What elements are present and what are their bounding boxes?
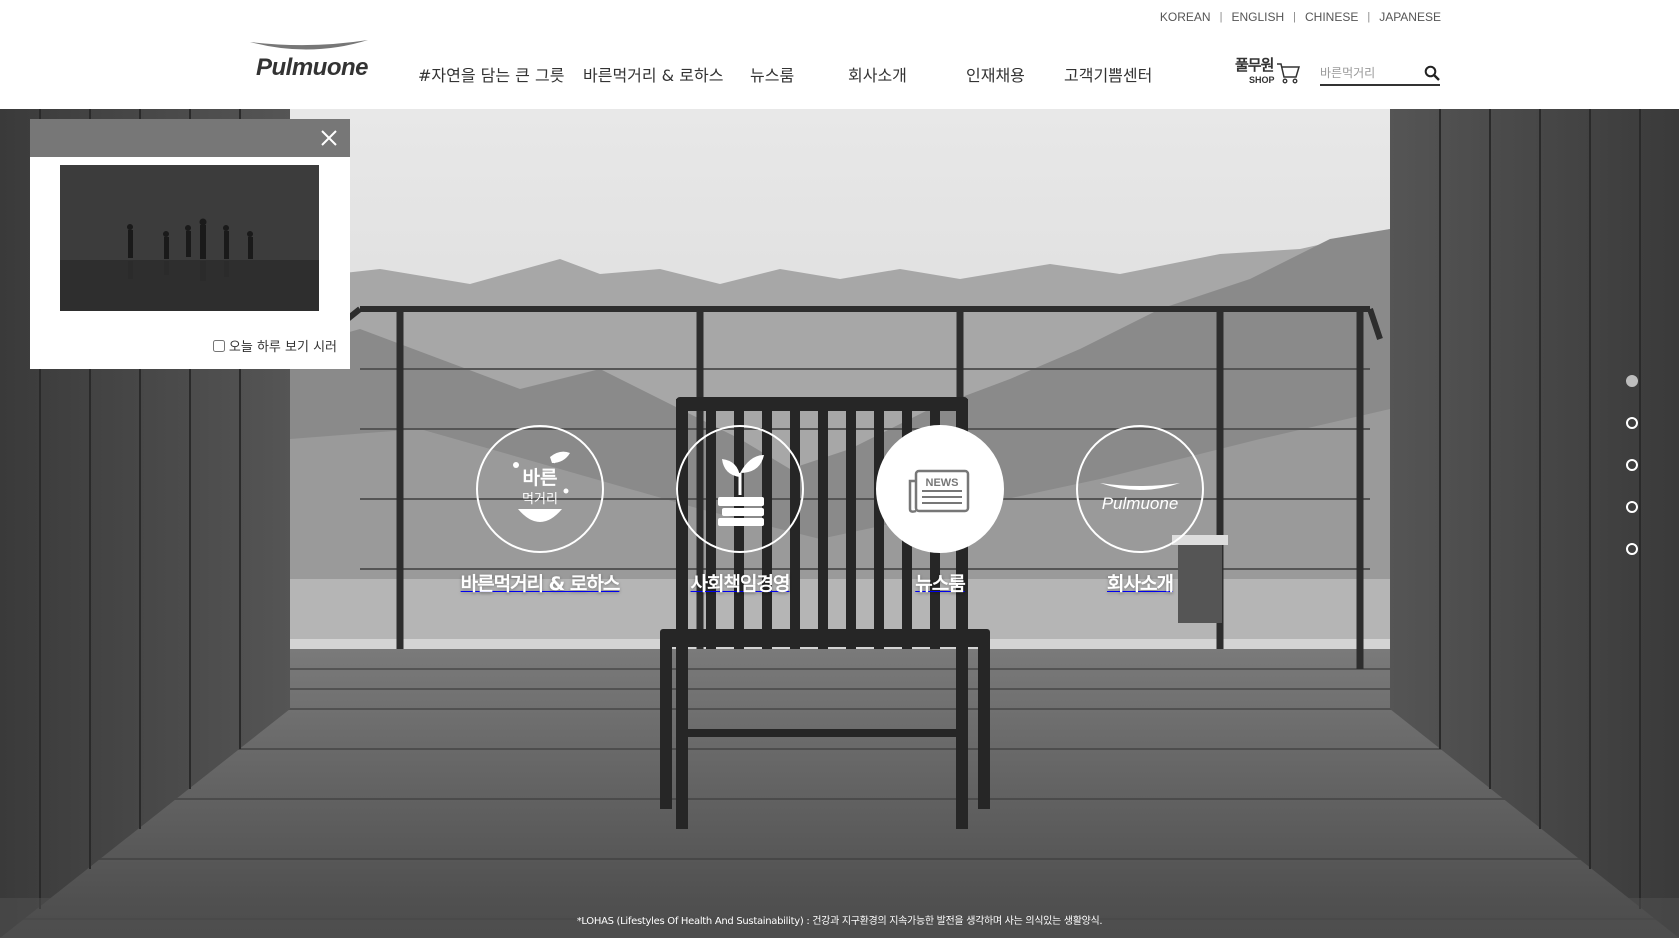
- cart-icon: [1277, 63, 1300, 84]
- shop-sub-label: SHOP: [1249, 75, 1275, 85]
- divider: |: [1367, 11, 1371, 23]
- video-dancers-image: [60, 165, 319, 311]
- close-icon[interactable]: [320, 129, 338, 147]
- hide-today-option[interactable]: 오늘 하루 보기 시러: [212, 336, 337, 355]
- nav-item-newsroom[interactable]: 뉴스룸: [750, 62, 794, 86]
- svg-text:NEWS: NEWS: [926, 477, 959, 489]
- lang-japanese[interactable]: JAPANESE: [1379, 10, 1441, 24]
- hide-today-checkbox[interactable]: [212, 339, 225, 352]
- quick-link-circle: 바른 먹거리: [476, 425, 604, 553]
- site-header: KOREAN | ENGLISH | CHINESE | JAPANESE Pu…: [0, 0, 1679, 109]
- lang-english[interactable]: ENGLISH: [1231, 10, 1284, 24]
- search-box: [1320, 62, 1440, 86]
- pagination-dot[interactable]: [1626, 543, 1638, 555]
- language-bar: KOREAN | ENGLISH | CHINESE | JAPANESE: [1160, 10, 1441, 24]
- pulmuone-logo-icon: Pulmuone: [1100, 483, 1180, 513]
- svg-text:Pulmuone: Pulmuone: [1102, 494, 1179, 513]
- nav-item-brand[interactable]: #자연을 담는 큰 그릇: [418, 62, 564, 86]
- quick-link-circle: Pulmuone: [1076, 425, 1204, 553]
- search-icon[interactable]: [1424, 65, 1440, 81]
- slide-pagination: [1626, 375, 1638, 585]
- nav-item-recruit[interactable]: 인재채용: [966, 62, 1025, 86]
- pagination-dot[interactable]: [1626, 459, 1638, 471]
- quick-link-label: 사회책임경영: [690, 573, 791, 595]
- pulmuone-logo[interactable]: Pulmuone: [248, 36, 373, 86]
- quick-link-label: 회사소개: [1107, 573, 1174, 595]
- news-icon: NEWS: [908, 469, 970, 513]
- quick-link-csr[interactable]: 사회책임경영: [640, 425, 840, 596]
- lang-chinese[interactable]: CHINESE: [1305, 10, 1358, 24]
- search-input[interactable]: [1320, 62, 1416, 84]
- popup-video-thumbnail[interactable]: [60, 165, 319, 311]
- pagination-dot[interactable]: [1626, 417, 1638, 429]
- pagination-dot[interactable]: [1626, 501, 1638, 513]
- popup-titlebar: [30, 119, 350, 157]
- nav-item-customer-center[interactable]: 고객기쁨센터: [1064, 62, 1152, 86]
- logo-arc-icon: [250, 40, 368, 50]
- quick-link-lohas[interactable]: 바른 먹거리 바른먹거리 & 로하스: [440, 425, 640, 596]
- quick-link-company[interactable]: Pulmuone 회사소개: [1040, 425, 1240, 596]
- promo-popup: 오늘 하루 보기 시러: [30, 119, 350, 369]
- logo-wordmark: Pulmuone: [256, 54, 369, 81]
- lohas-footnote: *LOHAS (Lifestyles Of Health And Sustain…: [576, 916, 1103, 927]
- nav-item-lohas[interactable]: 바른먹거리 & 로하스: [583, 62, 723, 86]
- quick-links: 바른 먹거리 바른먹거리 & 로하스 사회책임경영 NEWS 뉴스룸 Pulmu…: [0, 425, 1679, 625]
- divider: |: [1293, 11, 1296, 23]
- pagination-dot-active[interactable]: [1626, 375, 1638, 387]
- shop-label: 풀무원: [1235, 56, 1274, 74]
- svg-text:바른: 바른: [523, 467, 558, 489]
- quick-link-circle: [676, 425, 804, 553]
- quick-link-label: 뉴스룸: [915, 573, 965, 595]
- divider: |: [1219, 11, 1223, 23]
- bareun-meokgeori-icon: 바른 먹거리: [513, 451, 570, 522]
- shop-link[interactable]: 풀무원 SHOP: [1235, 56, 1300, 90]
- quick-link-circle-active: NEWS: [876, 425, 1004, 553]
- nav-item-company[interactable]: 회사소개: [848, 62, 907, 86]
- quick-link-label: 바른먹거리 & 로하스: [460, 573, 621, 595]
- lang-korean[interactable]: KOREAN: [1160, 10, 1211, 24]
- quick-link-newsroom[interactable]: NEWS 뉴스룸: [840, 425, 1040, 596]
- svg-text:먹거리: 먹거리: [522, 492, 558, 507]
- sprout-books-icon: [718, 455, 764, 526]
- hide-today-label: 오늘 하루 보기 시러: [228, 340, 337, 355]
